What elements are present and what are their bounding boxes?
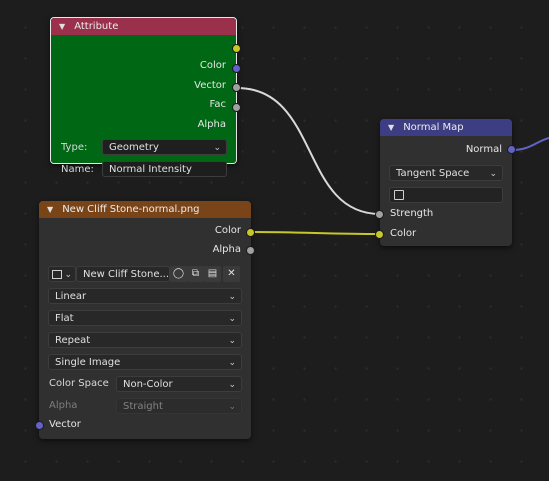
- node-title: Normal Map: [403, 122, 464, 133]
- uv-map-icon: [394, 190, 404, 200]
- input-strength-label: Strength: [390, 208, 434, 219]
- input-color-label: Color: [390, 228, 417, 239]
- open-file-icon[interactable]: ▤: [204, 266, 221, 282]
- name-value: Normal Intensity: [109, 164, 192, 175]
- collapse-arrow-icon[interactable]: ▼: [388, 119, 400, 136]
- source-dropdown[interactable]: Single Image ⌄: [48, 354, 242, 370]
- chevron-down-icon: ⌄: [64, 270, 72, 280]
- color-space-dropdown[interactable]: Non-Color ⌄: [116, 376, 242, 392]
- color-space-value: Non-Color: [123, 379, 173, 390]
- output-color-label: Color: [214, 225, 241, 236]
- output-normal-label: Normal: [465, 144, 502, 155]
- interpolation-value: Linear: [55, 291, 87, 302]
- output-color-label: Color: [199, 60, 226, 71]
- chevron-down-icon: ⌄: [228, 380, 236, 390]
- chevron-down-icon: ⌄: [228, 402, 236, 412]
- socket-alpha-out[interactable]: [232, 103, 241, 112]
- name-field[interactable]: Normal Intensity: [102, 161, 227, 177]
- socket-strength-in[interactable]: [375, 210, 384, 219]
- space-value: Tangent Space: [396, 168, 470, 179]
- extension-dropdown[interactable]: Repeat ⌄: [48, 332, 242, 348]
- alpha-mode-value: Straight: [123, 401, 163, 412]
- image-texture-node[interactable]: ▼ New Cliff Stone-normal.png Color Alpha…: [39, 201, 251, 439]
- space-dropdown[interactable]: Tangent Space ⌄: [389, 165, 503, 181]
- fake-user-shield-icon[interactable]: ◯: [170, 266, 187, 282]
- image-name-field[interactable]: New Cliff Stone...: [76, 266, 170, 282]
- uv-map-field[interactable]: [389, 187, 503, 203]
- chevron-down-icon: ⌄: [228, 314, 236, 324]
- close-icon[interactable]: ✕: [223, 266, 240, 282]
- socket-fac-out[interactable]: [232, 83, 241, 92]
- chevron-down-icon: ⌄: [228, 358, 236, 368]
- socket-vector-in[interactable]: [35, 421, 44, 430]
- chevron-down-icon: ⌄: [489, 169, 497, 179]
- name-label: Name:: [61, 164, 94, 175]
- type-label: Type:: [61, 142, 88, 153]
- chevron-down-icon: ⌄: [228, 336, 236, 346]
- socket-alpha-out[interactable]: [246, 246, 255, 255]
- input-vector-label: Vector: [49, 419, 81, 430]
- normal-map-node[interactable]: ▼ Normal Map Normal Tangent Space ⌄ Stre…: [380, 119, 512, 246]
- projection-dropdown[interactable]: Flat ⌄: [48, 310, 242, 326]
- output-alpha-label: Alpha: [197, 119, 226, 130]
- alpha-mode-label: Alpha: [49, 400, 78, 411]
- socket-color-out[interactable]: [232, 44, 241, 53]
- chevron-down-icon: ⌄: [213, 143, 221, 153]
- collapse-arrow-icon[interactable]: ▼: [47, 201, 59, 218]
- type-dropdown[interactable]: Geometry ⌄: [102, 139, 227, 155]
- duplicate-icon[interactable]: ⧉: [187, 266, 204, 282]
- image-icon: [52, 270, 62, 279]
- image-name-value: New Cliff Stone...: [83, 269, 170, 280]
- interpolation-dropdown[interactable]: Linear ⌄: [48, 288, 242, 304]
- socket-normal-out[interactable]: [507, 145, 516, 154]
- link-color-to-color: [250, 231, 381, 235]
- node-title: Attribute: [74, 21, 119, 32]
- image-node-header[interactable]: ▼ New Cliff Stone-normal.png: [39, 201, 251, 218]
- chevron-down-icon: ⌄: [228, 292, 236, 302]
- collapse-arrow-icon[interactable]: ▼: [59, 18, 71, 35]
- socket-color-out[interactable]: [246, 228, 255, 237]
- alpha-mode-dropdown: Straight ⌄: [116, 398, 242, 414]
- node-title: New Cliff Stone-normal.png: [62, 204, 200, 215]
- attribute-node-header[interactable]: ▼ Attribute: [51, 18, 236, 35]
- output-alpha-label: Alpha: [212, 244, 241, 255]
- socket-vector-out[interactable]: [232, 64, 241, 73]
- extension-value: Repeat: [55, 335, 91, 346]
- link-normal-out: [511, 137, 549, 151]
- link-fac-to-strength: [236, 87, 381, 215]
- color-space-label: Color Space: [49, 378, 109, 389]
- attribute-node-body: Color Vector Fac Alpha Type: Geometry ⌄ …: [51, 35, 236, 177]
- attribute-node[interactable]: ▼ Attribute Color Vector Fac Alpha Type:…: [50, 17, 237, 177]
- output-vector-label: Vector: [194, 80, 226, 91]
- image-browse-button[interactable]: ⌄: [48, 266, 76, 282]
- source-value: Single Image: [55, 357, 121, 368]
- output-fac-label: Fac: [209, 99, 226, 110]
- socket-color-in[interactable]: [375, 230, 384, 239]
- projection-value: Flat: [55, 313, 74, 324]
- normal-map-node-header[interactable]: ▼ Normal Map: [380, 119, 512, 136]
- type-value: Geometry: [109, 142, 159, 153]
